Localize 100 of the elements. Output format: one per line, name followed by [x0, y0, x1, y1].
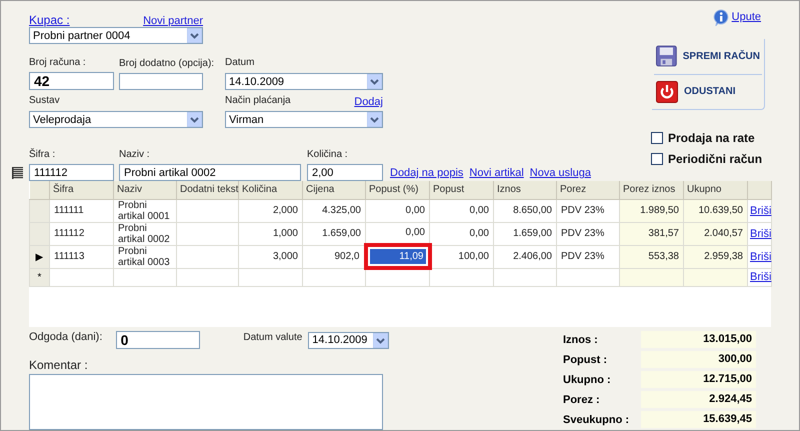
table-cell[interactable]: 4.325,00	[302, 199, 366, 222]
table-cell[interactable]: 2.040,57	[684, 222, 748, 245]
row-marker: ▶	[36, 252, 44, 262]
checkbox-option[interactable]: Prodaja na rate	[651, 131, 791, 145]
table-cell[interactable]: 553,38	[620, 245, 684, 268]
table-cell[interactable]: 0,00	[430, 222, 494, 245]
cancel-button[interactable]: ODUSTANI	[652, 74, 764, 109]
checkbox-label: Periodični račun	[668, 152, 762, 166]
date-combo[interactable]: 14.10.2009	[225, 73, 383, 90]
checkbox-label: Prodaja na rate	[668, 131, 755, 145]
table-cell[interactable]	[50, 268, 114, 286]
table-cell[interactable]	[302, 268, 366, 286]
table-cell[interactable]: 2.959,38	[684, 245, 748, 268]
new-partner-link[interactable]: Novi partner	[143, 15, 203, 27]
column-header[interactable]: Dodatni tekst	[176, 181, 238, 199]
checkbox[interactable]	[651, 132, 663, 144]
table-cell[interactable]: 0,00	[366, 199, 430, 222]
total-label: Sveukupno :	[563, 414, 630, 426]
table-cell[interactable]: 1.659,00	[494, 222, 556, 245]
table-cell[interactable]	[620, 268, 684, 286]
column-header[interactable]: Cijena	[302, 181, 366, 199]
table-cell[interactable]: 1,000	[238, 222, 302, 245]
value-date-combo[interactable]: 14.10.2009	[308, 332, 389, 348]
table-cell[interactable]: 2,000	[238, 199, 302, 222]
dropdown-arrow-icon[interactable]	[372, 332, 388, 348]
column-header[interactable]: Popust (%)	[366, 181, 430, 199]
name-field[interactable]: Probni artikal 0002	[119, 164, 301, 181]
table-cell[interactable]: PDV 23%	[556, 245, 620, 268]
total-value: 12.715,00	[641, 371, 756, 388]
table-cell[interactable]: PDV 23%	[556, 222, 620, 245]
add-link[interactable]: Dodaj	[354, 96, 383, 108]
total-value: 300,00	[641, 351, 756, 368]
delay-field[interactable]: 0	[116, 331, 200, 349]
total-value: 15.639,45	[641, 411, 756, 428]
extra-number-field[interactable]	[119, 73, 203, 90]
field-label: Broj dodatno (opcija):	[119, 57, 214, 70]
save-button[interactable]: SPREMI RAČUN	[652, 39, 764, 74]
dropdown-arrow-icon[interactable]	[367, 74, 382, 89]
quantity-field[interactable]: 2,00	[307, 164, 383, 181]
payment-combo[interactable]: Virman	[225, 111, 383, 128]
table-cell[interactable]: 381,57	[620, 222, 684, 245]
table-cell[interactable]: 2.406,00	[494, 245, 556, 268]
comment-field[interactable]	[29, 374, 383, 430]
list-icon[interactable]	[12, 167, 23, 179]
total-label: Popust :	[563, 354, 608, 366]
info-icon[interactable]	[712, 8, 729, 26]
table-cell[interactable]	[430, 268, 494, 286]
table-cell[interactable]	[494, 268, 556, 286]
table-cell[interactable]	[114, 268, 176, 286]
total-label: Iznos :	[563, 334, 599, 346]
dropdown-arrow-icon[interactable]	[187, 28, 202, 43]
system-combo[interactable]: Veleprodaja	[29, 111, 203, 128]
table-cell[interactable]: 8.650,00	[494, 199, 556, 222]
entry-link[interactable]: Novi artikal	[469, 167, 524, 179]
column-header[interactable]: Popust	[430, 181, 494, 199]
table-cell[interactable]: 3,000	[238, 245, 302, 268]
table-cell[interactable]	[556, 268, 620, 286]
column-header[interactable]: Šifra	[50, 181, 114, 199]
table-cell[interactable]: 1.659,00	[302, 222, 366, 245]
field-label: Šifra :	[29, 148, 56, 161]
table-cell[interactable]: 111113	[50, 245, 114, 268]
table-cell[interactable]: 111111	[50, 199, 114, 222]
checkbox-option[interactable]: Periodični račun	[651, 152, 791, 166]
table-cell[interactable]: 0,00	[430, 199, 494, 222]
table-cell[interactable]: 10.639,50	[684, 199, 748, 222]
dropdown-arrow-icon[interactable]	[367, 112, 382, 127]
table-cell[interactable]: 100,00	[430, 245, 494, 268]
column-header[interactable]: Količina	[238, 181, 302, 199]
entry-link[interactable]: Nova usluga	[530, 167, 591, 179]
customer-link[interactable]: Kupac :	[29, 13, 70, 27]
table-cell[interactable]: 111112	[50, 222, 114, 245]
table-cell[interactable]	[176, 245, 238, 268]
column-header[interactable]: Naziv	[114, 181, 176, 199]
column-header[interactable]: Porez iznos	[620, 181, 684, 199]
field-label: Komentar :	[29, 358, 88, 372]
table-cell[interactable]	[176, 268, 238, 286]
table-cell[interactable]: 11,09	[366, 245, 430, 268]
entry-link[interactable]: Dodaj na popis	[390, 167, 464, 179]
help-link[interactable]: Upute	[732, 11, 761, 23]
invoice-number-field[interactable]: 42	[29, 72, 114, 90]
table-cell[interactable]: PDV 23%	[556, 199, 620, 222]
table-cell[interactable]: Probni artikal 0003	[114, 245, 176, 268]
table-cell[interactable]: Probni artikal 0001	[114, 199, 176, 222]
column-header[interactable]: Ukupno	[684, 181, 748, 199]
table-cell[interactable]	[238, 268, 302, 286]
table-cell[interactable]	[176, 199, 238, 222]
column-header[interactable]: Porez	[556, 181, 620, 199]
table-cell[interactable]: 902,0	[302, 245, 366, 268]
table-cell[interactable]: Probni artikal 0002	[114, 222, 176, 245]
code-field[interactable]: 111112	[29, 164, 114, 181]
field-label: Odgoda (dani):	[29, 331, 104, 344]
dropdown-arrow-icon[interactable]	[187, 112, 202, 127]
table-cell[interactable]	[684, 268, 748, 286]
field-label: Naziv :	[119, 148, 150, 161]
table-cell[interactable]: 1.989,50	[620, 199, 684, 222]
customer-combo[interactable]: Probni partner 0004	[29, 27, 203, 44]
power-icon	[656, 80, 678, 103]
checkbox[interactable]	[651, 153, 663, 165]
table-cell[interactable]	[176, 222, 238, 245]
column-header[interactable]: Iznos	[494, 181, 556, 199]
